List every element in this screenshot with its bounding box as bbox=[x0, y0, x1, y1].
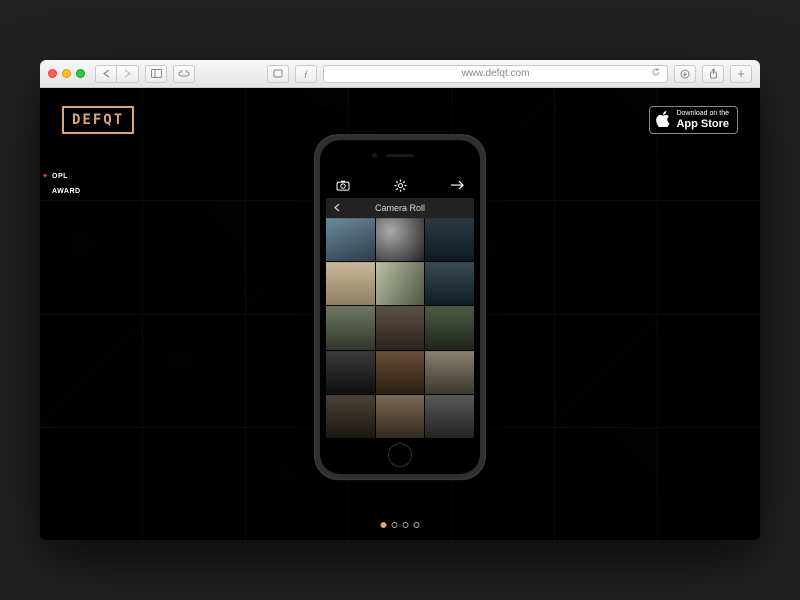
apple-icon bbox=[656, 111, 670, 127]
window-controls bbox=[48, 69, 85, 78]
thumbnail[interactable] bbox=[425, 262, 474, 305]
badge-award[interactable]: AWARD bbox=[40, 185, 87, 198]
reader-button[interactable]: ƒ bbox=[295, 65, 317, 83]
sidebar-button[interactable] bbox=[145, 65, 167, 83]
thumbnail[interactable] bbox=[326, 351, 375, 394]
flex-button[interactable] bbox=[267, 65, 289, 83]
phone-screen: Camera Roll bbox=[326, 172, 474, 438]
thumbnail[interactable] bbox=[425, 218, 474, 261]
forward-button[interactable] bbox=[117, 65, 139, 83]
appstore-small-text: Download on the bbox=[676, 110, 729, 117]
thumbnail[interactable] bbox=[326, 218, 375, 261]
pager-dot-3[interactable] bbox=[403, 522, 409, 528]
minimize-window-button[interactable] bbox=[62, 69, 71, 78]
page-content: DEFQT Download on the App Store OPL AWAR… bbox=[40, 88, 760, 540]
app-store-badge[interactable]: Download on the App Store bbox=[649, 106, 738, 134]
thumbnail[interactable] bbox=[326, 395, 375, 438]
thumbnail[interactable] bbox=[376, 218, 425, 261]
thumbnail[interactable] bbox=[425, 306, 474, 349]
browser-toolbar: ƒ www.defqt.com + bbox=[40, 60, 760, 88]
badge-opl[interactable]: OPL bbox=[40, 170, 87, 183]
chevron-left-icon bbox=[334, 203, 340, 214]
address-bar[interactable]: www.defqt.com bbox=[323, 65, 668, 83]
phone-speaker bbox=[386, 154, 414, 157]
app-toolbar bbox=[326, 172, 474, 198]
thumbnail[interactable] bbox=[376, 306, 425, 349]
icloud-tabs-button[interactable] bbox=[173, 65, 195, 83]
thumbnail[interactable] bbox=[326, 262, 375, 305]
nav-buttons bbox=[95, 65, 139, 83]
brand-logo[interactable]: DEFQT bbox=[62, 106, 134, 134]
carousel-pager bbox=[381, 522, 420, 528]
thumbnail[interactable] bbox=[376, 395, 425, 438]
thumbnail[interactable] bbox=[376, 351, 425, 394]
thumbnail[interactable] bbox=[425, 395, 474, 438]
pager-dot-2[interactable] bbox=[392, 522, 398, 528]
thumbnail[interactable] bbox=[326, 306, 375, 349]
url-text: www.defqt.com bbox=[462, 68, 530, 79]
maximize-window-button[interactable] bbox=[76, 69, 85, 78]
share-button[interactable] bbox=[702, 65, 724, 83]
award-badges: OPL AWARD bbox=[40, 170, 87, 198]
camera-roll-title: Camera Roll bbox=[375, 203, 425, 213]
appstore-big-text: App Store bbox=[676, 118, 729, 130]
arrow-right-icon[interactable] bbox=[450, 180, 464, 190]
pager-dot-1[interactable] bbox=[381, 522, 387, 528]
photo-grid[interactable] bbox=[326, 218, 474, 438]
new-tab-button[interactable]: + bbox=[730, 65, 752, 83]
back-button[interactable] bbox=[95, 65, 117, 83]
app-subheader[interactable]: Camera Roll bbox=[326, 198, 474, 218]
phone-mockup: Camera Roll bbox=[314, 134, 486, 480]
reload-icon[interactable] bbox=[651, 67, 661, 80]
gear-icon[interactable] bbox=[394, 179, 407, 192]
thumbnail[interactable] bbox=[376, 262, 425, 305]
thumbnail[interactable] bbox=[425, 351, 474, 394]
home-button[interactable] bbox=[388, 443, 412, 467]
pager-dot-4[interactable] bbox=[414, 522, 420, 528]
camera-icon[interactable] bbox=[336, 180, 350, 191]
phone-camera bbox=[372, 153, 377, 158]
close-window-button[interactable] bbox=[48, 69, 57, 78]
downloads-button[interactable] bbox=[674, 65, 696, 83]
browser-window: ƒ www.defqt.com + DEFQT Download on the … bbox=[40, 60, 760, 540]
